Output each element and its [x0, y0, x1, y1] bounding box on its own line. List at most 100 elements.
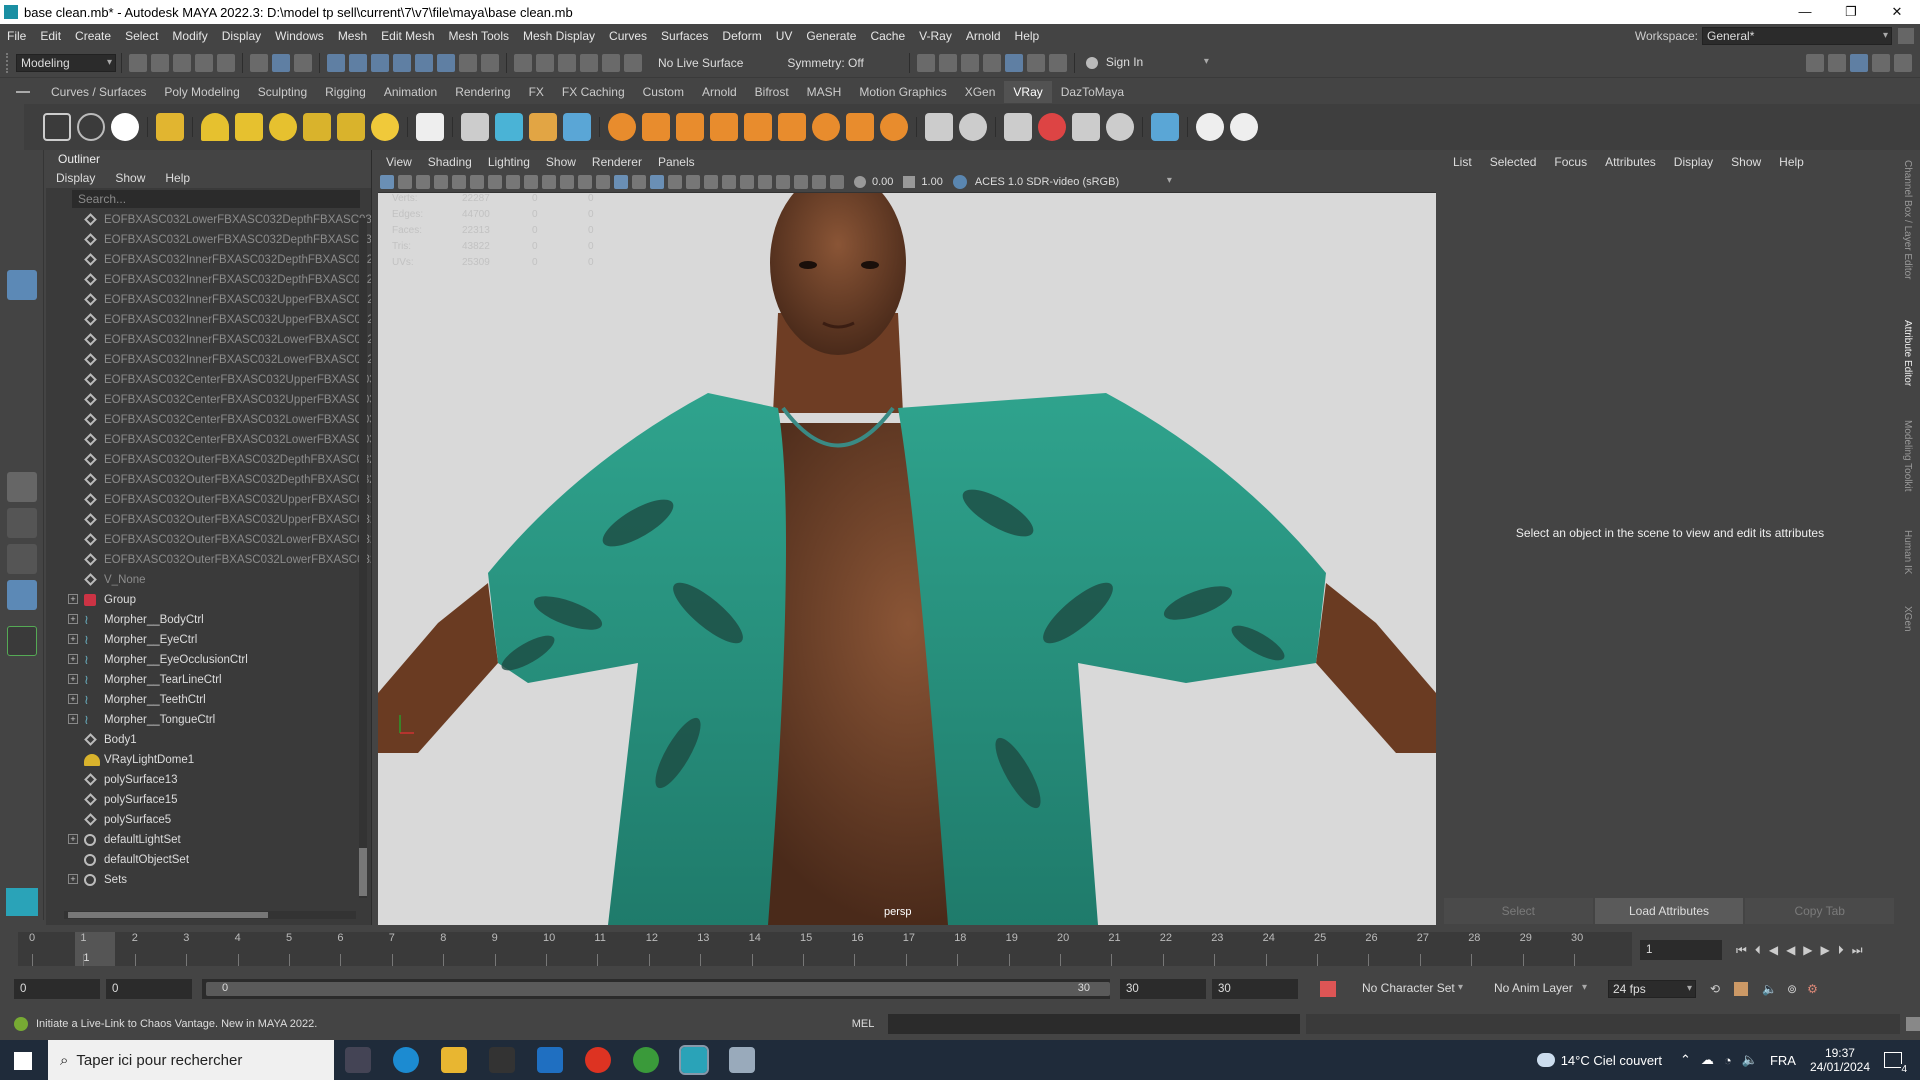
playback-end-field[interactable]: 30: [1120, 979, 1206, 999]
motion-blur-icon[interactable]: [722, 174, 736, 189]
vray-spheres-icon[interactable]: [959, 113, 987, 141]
bookmark-icon[interactable]: [416, 174, 430, 189]
outliner-item[interactable]: EOFBXASC032CenterFBXASC032LowerFBXASC032…: [46, 410, 371, 430]
outliner-item[interactable]: + ≀ Morpher__TearLineCtrl: [46, 670, 371, 690]
new-scene-icon[interactable]: [129, 53, 147, 72]
expand-toggle-icon[interactable]: +: [68, 714, 78, 724]
vray-render-icon[interactable]: [1004, 53, 1023, 72]
menu-create[interactable]: Create: [68, 29, 118, 43]
outliner-item[interactable]: EOFBXASC032OuterFBXASC032DepthFBXASC032R: [46, 470, 371, 490]
depth-of-field-icon[interactable]: [758, 174, 772, 189]
outliner-item[interactable]: EOFBXASC032OuterFBXASC032LowerFBXASC032D: [46, 530, 371, 550]
live-surface-label[interactable]: No Live Surface: [658, 56, 743, 70]
outliner-item[interactable]: + ≀ Morpher__BodyCtrl: [46, 610, 371, 630]
lock-icon[interactable]: [459, 53, 477, 72]
sign-in-dropdown[interactable]: Sign In: [1102, 54, 1212, 72]
redo-icon[interactable]: [217, 53, 235, 72]
menu-mesh-tools[interactable]: Mesh Tools: [442, 29, 516, 43]
select-camera-icon[interactable]: [380, 174, 394, 189]
render-settings-icon[interactable]: [982, 53, 1001, 72]
select-object-icon[interactable]: [272, 53, 290, 72]
vray-material-icon[interactable]: [416, 113, 444, 141]
outliner-item[interactable]: + ≀ Morpher__TeethCtrl: [46, 690, 371, 710]
outliner-hscrollbar-thumb[interactable]: [68, 912, 268, 918]
tray-chevron-icon[interactable]: ⌃: [1680, 1052, 1691, 1068]
task-view-icon[interactable]: [345, 1047, 371, 1073]
outliner-item[interactable]: Body1: [46, 730, 371, 750]
outliner-item[interactable]: VRayLightDome1: [46, 750, 371, 770]
attr-menu-list[interactable]: List: [1444, 155, 1481, 169]
outliner-item[interactable]: + Group: [46, 590, 371, 610]
vray-grid-icon[interactable]: [744, 113, 772, 141]
opera-icon[interactable]: [585, 1047, 611, 1073]
snap-surface-icon[interactable]: [437, 53, 455, 72]
perspective-viewport[interactable]: Verts: 22287 0 0 Edges: 44700 0 0 Faces: 22313 0 0 T…: [378, 193, 1436, 925]
attr-menu-display[interactable]: Display: [1665, 155, 1722, 169]
2d-pan-icon[interactable]: [452, 174, 466, 189]
shelf-tab-motion-graphics[interactable]: Motion Graphics: [850, 81, 955, 103]
vray-settings-gear-icon[interactable]: [880, 113, 908, 141]
character-model[interactable]: [378, 193, 1436, 925]
sun-light-icon[interactable]: [371, 113, 399, 141]
isolate-select-icon[interactable]: [776, 174, 790, 189]
play-forwards-icon[interactable]: ▶: [1803, 943, 1812, 957]
xray-active-icon[interactable]: [812, 174, 826, 189]
menu-arnold[interactable]: Arnold: [959, 29, 1008, 43]
fps-dropdown[interactable]: 24 fps: [1608, 980, 1696, 998]
vray-scatter-icon[interactable]: [710, 113, 738, 141]
menu-uv[interactable]: UV: [769, 29, 800, 43]
grease-pencil-icon[interactable]: [470, 174, 484, 189]
weather-text[interactable]: 14°C Ciel couvert: [1561, 1053, 1662, 1068]
camera-attributes-icon[interactable]: [398, 174, 412, 189]
pause-icon[interactable]: [1048, 53, 1067, 72]
hypershade-icon[interactable]: [1026, 53, 1045, 72]
vray-volume-icon[interactable]: [495, 113, 523, 141]
shelf-tab-xgen[interactable]: XGen: [956, 81, 1005, 103]
vray-clipper-icon[interactable]: [642, 113, 670, 141]
gamma-value[interactable]: 1.00: [921, 176, 942, 188]
menu-mesh[interactable]: Mesh: [331, 29, 374, 43]
loop-icon[interactable]: ⟲: [1710, 982, 1720, 996]
menu-cache[interactable]: Cache: [863, 29, 912, 43]
auto-key-icon[interactable]: [1320, 981, 1336, 997]
current-frame-field[interactable]: 1: [1640, 940, 1722, 960]
outliner-search-input[interactable]: Search...: [72, 190, 360, 208]
shelf-tab-daztomaya[interactable]: DazToMaya: [1052, 81, 1133, 103]
move-tool-icon[interactable]: [7, 270, 37, 300]
save-scene-icon[interactable]: [173, 53, 191, 72]
menu-help[interactable]: Help: [1008, 29, 1047, 43]
shelf-tab-sculpting[interactable]: Sculpting: [249, 81, 316, 103]
menu-windows[interactable]: Windows: [268, 29, 331, 43]
viewport-menu-view[interactable]: View: [378, 155, 420, 169]
outliner-item[interactable]: polySurface5: [46, 810, 371, 830]
range-slider[interactable]: 0 30: [202, 979, 1110, 999]
sound-icon[interactable]: 🔈: [1762, 982, 1777, 996]
menu-deform[interactable]: Deform: [715, 29, 768, 43]
collapse-handle-icon[interactable]: [6, 52, 12, 73]
attr-menu-show[interactable]: Show: [1722, 155, 1770, 169]
viewport-menu-shading[interactable]: Shading: [420, 155, 480, 169]
outliner-item[interactable]: EOFBXASC032LowerFBXASC032DepthFBXASC032R: [46, 230, 371, 250]
go-to-start-icon[interactable]: ⏮: [1736, 943, 1747, 958]
animation-preferences-icon[interactable]: ⚙: [1807, 982, 1818, 996]
select-button[interactable]: Select: [1444, 898, 1593, 924]
language-indicator[interactable]: FRA: [1770, 1053, 1796, 1068]
outliner-item[interactable]: EOFBXASC032CenterFBXASC032UpperFBXASC032…: [46, 370, 371, 390]
vray-rect-tex-icon[interactable]: [778, 113, 806, 141]
input-ops-icon[interactable]: [558, 53, 576, 72]
go-to-end-icon[interactable]: ⏭: [1852, 943, 1863, 958]
outliner-scrollbar-thumb[interactable]: [359, 848, 367, 896]
shelf-tab-fx-caching[interactable]: FX Caching: [553, 81, 634, 103]
vray-dots-icon[interactable]: [1072, 113, 1100, 141]
vray-script-icon[interactable]: [1004, 113, 1032, 141]
attr-menu-selected[interactable]: Selected: [1481, 155, 1546, 169]
vray-object-icon[interactable]: [43, 113, 71, 141]
construction-history-icon[interactable]: [536, 53, 554, 72]
expand-toggle-icon[interactable]: +: [68, 634, 78, 644]
outliner-menu-display[interactable]: Display: [46, 171, 105, 185]
outliner-item[interactable]: EOFBXASC032InnerFBXASC032UpperFBXASC032D…: [46, 290, 371, 310]
single-perspective-layout-icon[interactable]: [7, 472, 37, 502]
wireframe-on-shaded-icon[interactable]: [632, 174, 646, 189]
chrome-icon[interactable]: [633, 1047, 659, 1073]
select-component-icon[interactable]: [294, 53, 312, 72]
